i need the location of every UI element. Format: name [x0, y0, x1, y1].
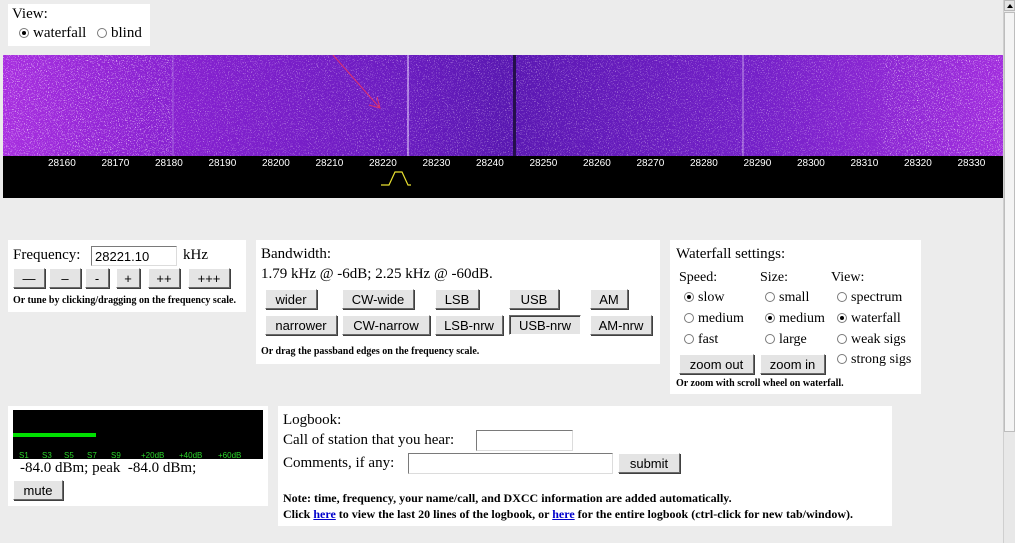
call-label: Call of station that you hear: [283, 432, 455, 448]
smeter-scale-label: S5 [64, 451, 74, 460]
zoom-hint: Or zoom with scroll wheel on waterfall. [676, 378, 844, 389]
vertical-scrollbar[interactable] [1003, 0, 1015, 543]
speed-option-medium[interactable]: medium [684, 311, 744, 327]
radio-view-waterfall[interactable] [837, 313, 847, 323]
smeter-scale-label: +60dB [218, 451, 242, 460]
radio-size-large[interactable] [765, 334, 775, 344]
view-option-blind[interactable]: blind [97, 25, 142, 42]
waterfall-settings-title: Waterfall settings: [676, 246, 786, 262]
am-button[interactable]: AM [590, 289, 628, 309]
smeter-bar [13, 433, 96, 437]
bandwidth-info: 1.79 kHz @ -6dB; 2.25 kHz @ -60dB. [261, 266, 493, 282]
bandwidth-hint: Or drag the passband edges on the freque… [261, 346, 480, 357]
frequency-scale[interactable]: 28160 28170 28180 28190 28200 28210 28220 28230… [3, 156, 1003, 198]
frequency-hint: Or tune by clicking/dragging on the freq… [13, 295, 236, 306]
dark-signal-line [513, 55, 516, 156]
bandwidth-title: Bandwidth: [261, 246, 331, 262]
zoom-in-button[interactable]: zoom in [760, 354, 825, 374]
frequency-unit: kHz [183, 247, 208, 263]
bandwidth-panel: Bandwidth: 1.79 kHz @ -6dB; 2.25 kHz @ -… [256, 240, 660, 364]
waterfall-display[interactable] [3, 55, 1003, 156]
radio-view-weak[interactable] [837, 334, 847, 344]
radio-speed-slow[interactable] [684, 292, 694, 302]
view-option-strong-sigs[interactable]: strong sigs [837, 352, 911, 368]
view-panel: View: waterfall blind [8, 4, 150, 46]
size-option-medium[interactable]: medium [765, 311, 825, 327]
frequency-input[interactable] [91, 246, 177, 266]
smeter-scale-label: S1 [19, 451, 29, 460]
step-up-small-button[interactable]: + [116, 268, 140, 288]
step-up-large-button[interactable]: +++ [188, 268, 230, 288]
entire-logbook-link[interactable]: here [552, 507, 574, 521]
passband-indicator[interactable] [3, 156, 1003, 198]
comments-label: Comments, if any: [283, 455, 395, 471]
radio-speed-medium[interactable] [684, 313, 694, 323]
view-option-waterfall-wf[interactable]: waterfall [837, 311, 901, 327]
lsb-nrw-button[interactable]: LSB-nrw [435, 315, 503, 335]
step-down-medium-button[interactable]: – [49, 268, 81, 288]
smeter-scale-label: +40dB [179, 451, 203, 460]
lsb-button[interactable]: LSB [435, 289, 479, 309]
submit-button[interactable]: submit [618, 453, 680, 473]
comments-input[interactable] [408, 453, 613, 474]
radio-view-strong[interactable] [837, 354, 847, 364]
cw-narrow-button[interactable]: CW-narrow [342, 315, 430, 335]
speed-option-fast[interactable]: fast [684, 332, 718, 348]
frequency-panel: Frequency: kHz — – - + ++ +++ Or tune by… [8, 240, 246, 312]
smeter-scale-label: S3 [42, 451, 52, 460]
size-option-small[interactable]: small [765, 290, 809, 306]
view-option-weak-sigs[interactable]: weak sigs [837, 332, 906, 348]
smeter-display: S1 S3 S5 S7 S9 +20dB +40dB +60dB [13, 410, 263, 460]
smeter-panel: S1 S3 S5 S7 S9 +20dB +40dB +60dB -84.0 dBm; pea… [8, 406, 268, 506]
radio-speed-fast[interactable] [684, 334, 694, 344]
waterfall-image[interactable] [3, 55, 1003, 156]
usb-button[interactable]: USB [509, 289, 559, 309]
size-option-large[interactable]: large [765, 332, 807, 348]
smeter-scale-label: S7 [87, 451, 97, 460]
scroll-up-arrow-icon[interactable] [1004, 0, 1015, 11]
step-down-small-button[interactable]: - [85, 268, 109, 288]
waterfall-settings-panel: Waterfall settings: Speed: Size: View: s… [670, 240, 921, 394]
speed-header: Speed: [679, 270, 718, 285]
frequency-label: Frequency: [13, 247, 81, 263]
call-input[interactable] [476, 430, 573, 451]
logbook-title: Logbook: [283, 412, 342, 428]
mute-button[interactable]: mute [13, 480, 63, 500]
scroll-thumb[interactable] [1004, 12, 1015, 432]
wider-button[interactable]: wider [265, 289, 317, 309]
radio-blind[interactable] [97, 28, 107, 38]
smeter-scale-label: S9 [111, 451, 121, 460]
usb-nrw-button[interactable]: USB-nrw [509, 315, 581, 335]
logbook-panel: Logbook: Call of station that you hear: … [278, 406, 892, 526]
radio-size-small[interactable] [765, 292, 775, 302]
logbook-note: Note: time, frequency, your name/call, a… [283, 491, 732, 505]
radio-size-medium[interactable] [765, 313, 775, 323]
narrower-button[interactable]: narrower [265, 315, 337, 335]
last-20-lines-link[interactable]: here [313, 507, 335, 521]
am-nrw-button[interactable]: AM-nrw [590, 315, 652, 335]
radio-waterfall[interactable] [19, 28, 29, 38]
radio-view-spectrum[interactable] [837, 292, 847, 302]
view-option-spectrum[interactable]: spectrum [837, 290, 902, 306]
view-option-waterfall[interactable]: waterfall [19, 25, 86, 42]
cw-wide-button[interactable]: CW-wide [342, 289, 414, 309]
smeter-readout: -84.0 dBm; peak -84.0 dBm; [20, 460, 197, 476]
step-down-large-button[interactable]: — [13, 268, 45, 288]
size-header: Size: [760, 270, 788, 285]
smeter-scale-label: +20dB [141, 451, 165, 460]
view-title: View: [12, 6, 48, 22]
logbook-links-line: Click here to view the last 20 lines of … [283, 507, 853, 521]
zoom-out-button[interactable]: zoom out [679, 354, 754, 374]
step-up-medium-button[interactable]: ++ [148, 268, 180, 288]
speed-option-slow[interactable]: slow [684, 290, 724, 306]
view-header: View: [831, 270, 865, 285]
